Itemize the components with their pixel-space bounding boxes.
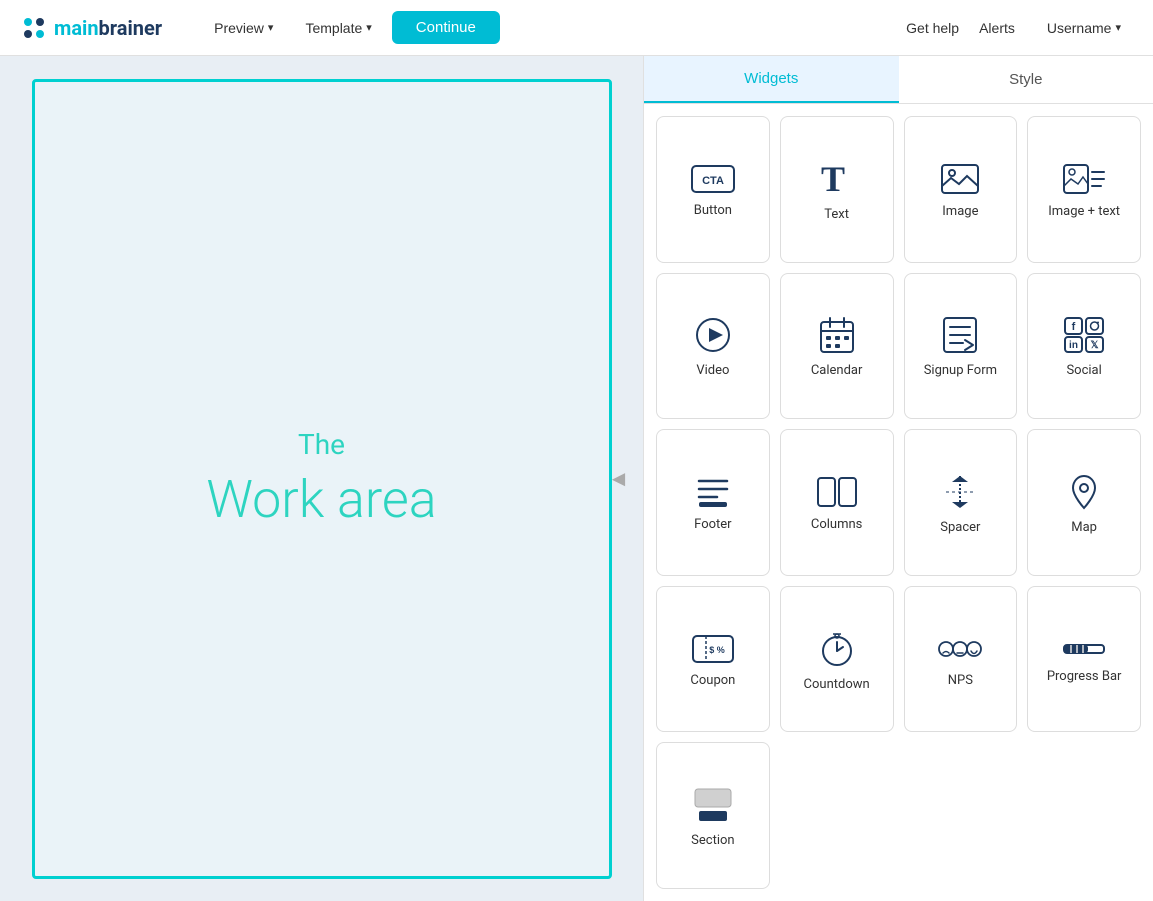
widget-countdown-label: Countdown bbox=[804, 677, 870, 692]
countdown-icon bbox=[819, 631, 855, 667]
svg-text:T: T bbox=[821, 161, 845, 197]
header-right: Get help Alerts Username ▾ bbox=[906, 14, 1133, 42]
panel-tabs: Widgets Style bbox=[644, 56, 1153, 104]
preview-chevron-icon: ▾ bbox=[268, 21, 274, 34]
video-icon bbox=[695, 317, 731, 353]
image-icon bbox=[941, 164, 979, 194]
work-area-text-main: Work area bbox=[206, 469, 436, 530]
map-icon bbox=[1066, 474, 1102, 510]
widget-signup-form-label: Signup Form bbox=[924, 363, 997, 378]
widget-section-label: Section bbox=[691, 833, 734, 848]
widget-image-text[interactable]: Image + text bbox=[1027, 116, 1141, 263]
template-chevron-icon: ▾ bbox=[366, 21, 372, 34]
widget-countdown[interactable]: Countdown bbox=[780, 586, 894, 733]
tab-widgets[interactable]: Widgets bbox=[644, 56, 899, 103]
widget-image-text-label: Image + text bbox=[1048, 204, 1120, 219]
widget-map[interactable]: Map bbox=[1027, 429, 1141, 576]
widget-social-label: Social bbox=[1066, 363, 1101, 378]
widget-nps-label: NPS bbox=[948, 673, 973, 688]
text-icon: T bbox=[821, 161, 853, 197]
widget-image-label: Image bbox=[942, 204, 978, 219]
collapse-panel-arrow[interactable]: ◄ bbox=[607, 467, 631, 491]
footer-icon bbox=[695, 477, 731, 507]
image-text-icon bbox=[1063, 164, 1105, 194]
widgets-grid: CTA Button T Text bbox=[644, 104, 1153, 901]
template-button[interactable]: Template ▾ bbox=[293, 14, 383, 42]
widget-button-label: Button bbox=[694, 203, 732, 218]
widget-section[interactable]: Section bbox=[656, 742, 770, 889]
coupon-icon: $ % bbox=[692, 635, 734, 663]
widget-coupon[interactable]: $ % Coupon bbox=[656, 586, 770, 733]
widget-footer[interactable]: Footer bbox=[656, 429, 770, 576]
social-icon: f in 𝕏 bbox=[1064, 317, 1104, 353]
work-area-canvas[interactable]: The Work area ◄ bbox=[32, 79, 612, 879]
widget-video-label: Video bbox=[696, 363, 729, 378]
alerts-button[interactable]: Alerts bbox=[979, 20, 1015, 36]
username-chevron-icon: ▾ bbox=[1115, 21, 1121, 34]
svg-text:in: in bbox=[1069, 340, 1078, 351]
widget-text-label: Text bbox=[824, 207, 849, 222]
get-help-button[interactable]: Get help bbox=[906, 20, 959, 36]
signup-form-icon bbox=[943, 317, 977, 353]
logo-icon bbox=[20, 14, 48, 42]
widget-calendar[interactable]: Calendar bbox=[780, 273, 894, 420]
preview-button[interactable]: Preview ▾ bbox=[202, 14, 285, 42]
right-panel: Widgets Style CTA Button T bbox=[643, 56, 1153, 901]
widget-spacer-label: Spacer bbox=[940, 520, 980, 535]
main-content: The Work area ◄ Widgets Style CTA Button bbox=[0, 56, 1153, 901]
svg-text:CTA: CTA bbox=[702, 175, 724, 187]
section-icon bbox=[693, 787, 733, 823]
nav-links: Preview ▾ Template ▾ Continue bbox=[202, 11, 906, 44]
widget-spacer[interactable]: Spacer bbox=[904, 429, 1018, 576]
widget-columns-label: Columns bbox=[811, 517, 863, 532]
username-button[interactable]: Username ▾ bbox=[1035, 14, 1133, 42]
widget-footer-label: Footer bbox=[694, 517, 731, 532]
svg-text:𝕏: 𝕏 bbox=[1091, 340, 1099, 351]
progress-bar-icon bbox=[1063, 639, 1105, 659]
nps-icon bbox=[938, 635, 982, 663]
logo-text: mainbrainer bbox=[54, 16, 162, 40]
work-area-container: The Work area ◄ bbox=[0, 56, 643, 901]
continue-button[interactable]: Continue bbox=[392, 11, 500, 44]
widget-coupon-label: Coupon bbox=[690, 673, 735, 688]
widget-map-label: Map bbox=[1071, 520, 1097, 535]
spacer-icon bbox=[942, 474, 978, 510]
columns-icon bbox=[817, 477, 857, 507]
widget-signup-form[interactable]: Signup Form bbox=[904, 273, 1018, 420]
widget-columns[interactable]: Columns bbox=[780, 429, 894, 576]
calendar-icon bbox=[820, 317, 854, 353]
widget-social[interactable]: f in 𝕏 Social bbox=[1027, 273, 1141, 420]
widget-image[interactable]: Image bbox=[904, 116, 1018, 263]
logo: mainbrainer bbox=[20, 14, 162, 42]
widget-nps[interactable]: NPS bbox=[904, 586, 1018, 733]
tab-style[interactable]: Style bbox=[899, 56, 1153, 103]
header: mainbrainer Preview ▾ Template ▾ Continu… bbox=[0, 0, 1153, 56]
widget-calendar-label: Calendar bbox=[811, 363, 863, 378]
svg-text:$ %: $ % bbox=[709, 645, 725, 655]
widget-text[interactable]: T Text bbox=[780, 116, 894, 263]
work-area-text-the: The bbox=[298, 428, 345, 461]
button-icon: CTA bbox=[691, 165, 735, 193]
svg-text:f: f bbox=[1072, 321, 1076, 333]
widget-button[interactable]: CTA Button bbox=[656, 116, 770, 263]
widget-video[interactable]: Video bbox=[656, 273, 770, 420]
widget-progress-bar-label: Progress Bar bbox=[1047, 669, 1122, 684]
widget-progress-bar[interactable]: Progress Bar bbox=[1027, 586, 1141, 733]
